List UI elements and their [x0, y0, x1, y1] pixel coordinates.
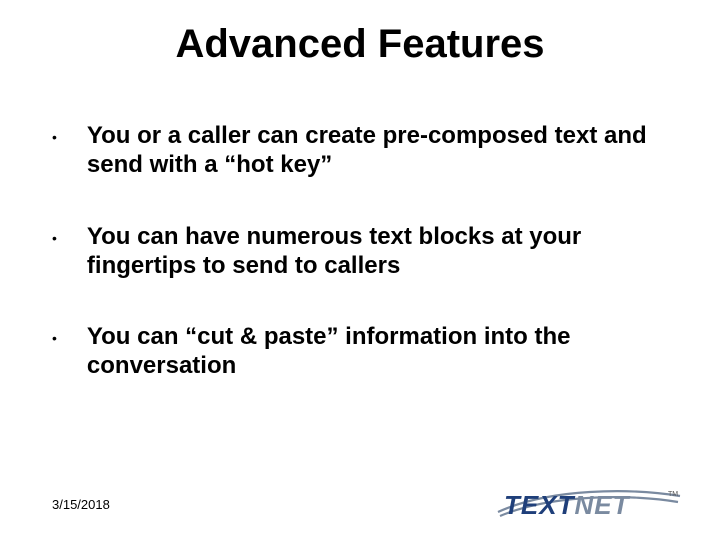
bullet-dot-icon: •	[52, 231, 57, 245]
slide-title: Advanced Features	[0, 0, 720, 67]
trademark-icon: TM	[668, 491, 678, 498]
textnet-logo: TEXTNET TM	[490, 482, 686, 522]
slide: Advanced Features • You or a caller can …	[0, 0, 720, 540]
list-item: • You or a caller can create pre-compose…	[52, 121, 672, 180]
bullet-dot-icon: •	[52, 130, 57, 144]
bullet-text: You can have numerous text blocks at you…	[87, 222, 672, 281]
bullet-list: • You or a caller can create pre-compose…	[0, 121, 720, 381]
footer-date: 3/15/2018	[52, 497, 110, 512]
bullet-dot-icon: •	[52, 331, 57, 345]
list-item: • You can have numerous text blocks at y…	[52, 222, 672, 281]
list-item: • You can “cut & paste” information into…	[52, 322, 672, 381]
bullet-text: You can “cut & paste” information into t…	[87, 322, 672, 381]
logo-text: TEXTNET	[504, 490, 631, 520]
logo-svg: TEXTNET TM	[490, 482, 686, 522]
bullet-text: You or a caller can create pre-composed …	[87, 121, 672, 180]
logo-text-part2: NET	[574, 490, 630, 520]
logo-text-part1: TEXT	[504, 490, 576, 520]
